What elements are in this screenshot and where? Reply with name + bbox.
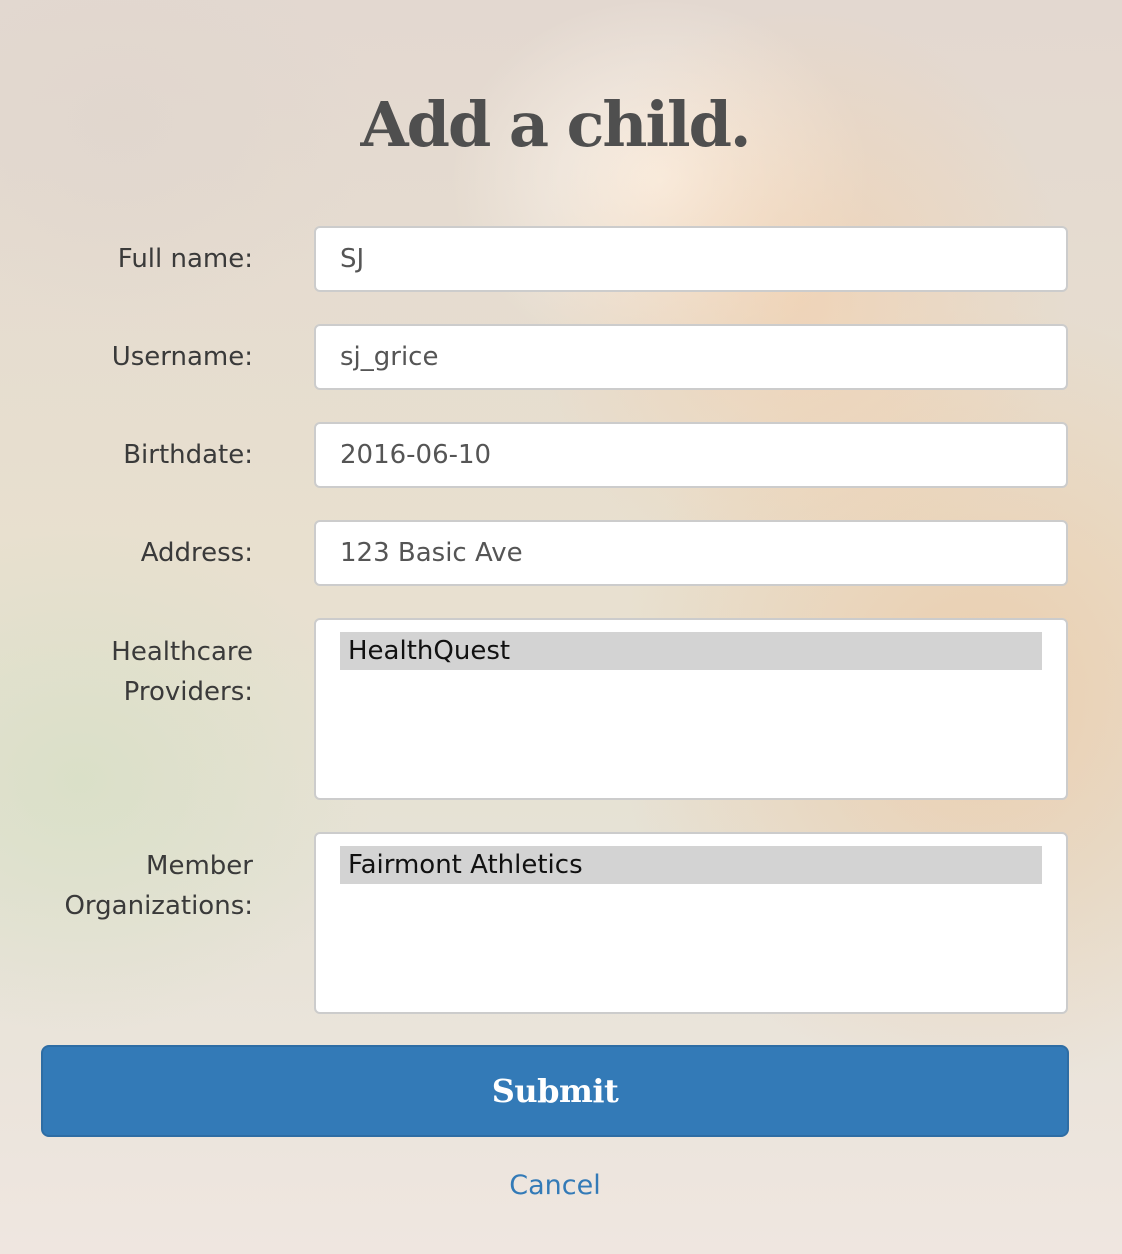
healthcare-providers-label-line2: Providers: [123, 677, 253, 707]
full-name-label: Full name: [117, 244, 253, 274]
healthcare-providers-label: Healthcare Providers: [13, 632, 253, 712]
healthcare-provider-option[interactable]: HealthQuest [340, 632, 1042, 670]
healthcare-providers-label-line1: Healthcare [111, 637, 253, 667]
full-name-input[interactable] [314, 226, 1068, 292]
healthcare-providers-select[interactable]: HealthQuest [314, 618, 1068, 800]
page-title: Add a child. [360, 88, 751, 161]
address-label: Address: [140, 538, 253, 568]
address-input[interactable] [314, 520, 1068, 586]
submit-button[interactable]: Submit [41, 1045, 1069, 1137]
member-organizations-select[interactable]: Fairmont Athletics [314, 832, 1068, 1014]
username-input[interactable] [314, 324, 1068, 390]
member-organization-option[interactable]: Fairmont Athletics [340, 846, 1042, 884]
username-label: Username: [111, 342, 253, 372]
member-organizations-label-line2: Organizations: [64, 891, 253, 921]
birthdate-input[interactable] [314, 422, 1068, 488]
cancel-link[interactable]: Cancel [0, 1166, 1110, 1206]
birthdate-label: Birthdate: [123, 440, 253, 470]
member-organizations-label-line1: Member [146, 851, 253, 881]
member-organizations-label: Member Organizations: [13, 846, 253, 926]
